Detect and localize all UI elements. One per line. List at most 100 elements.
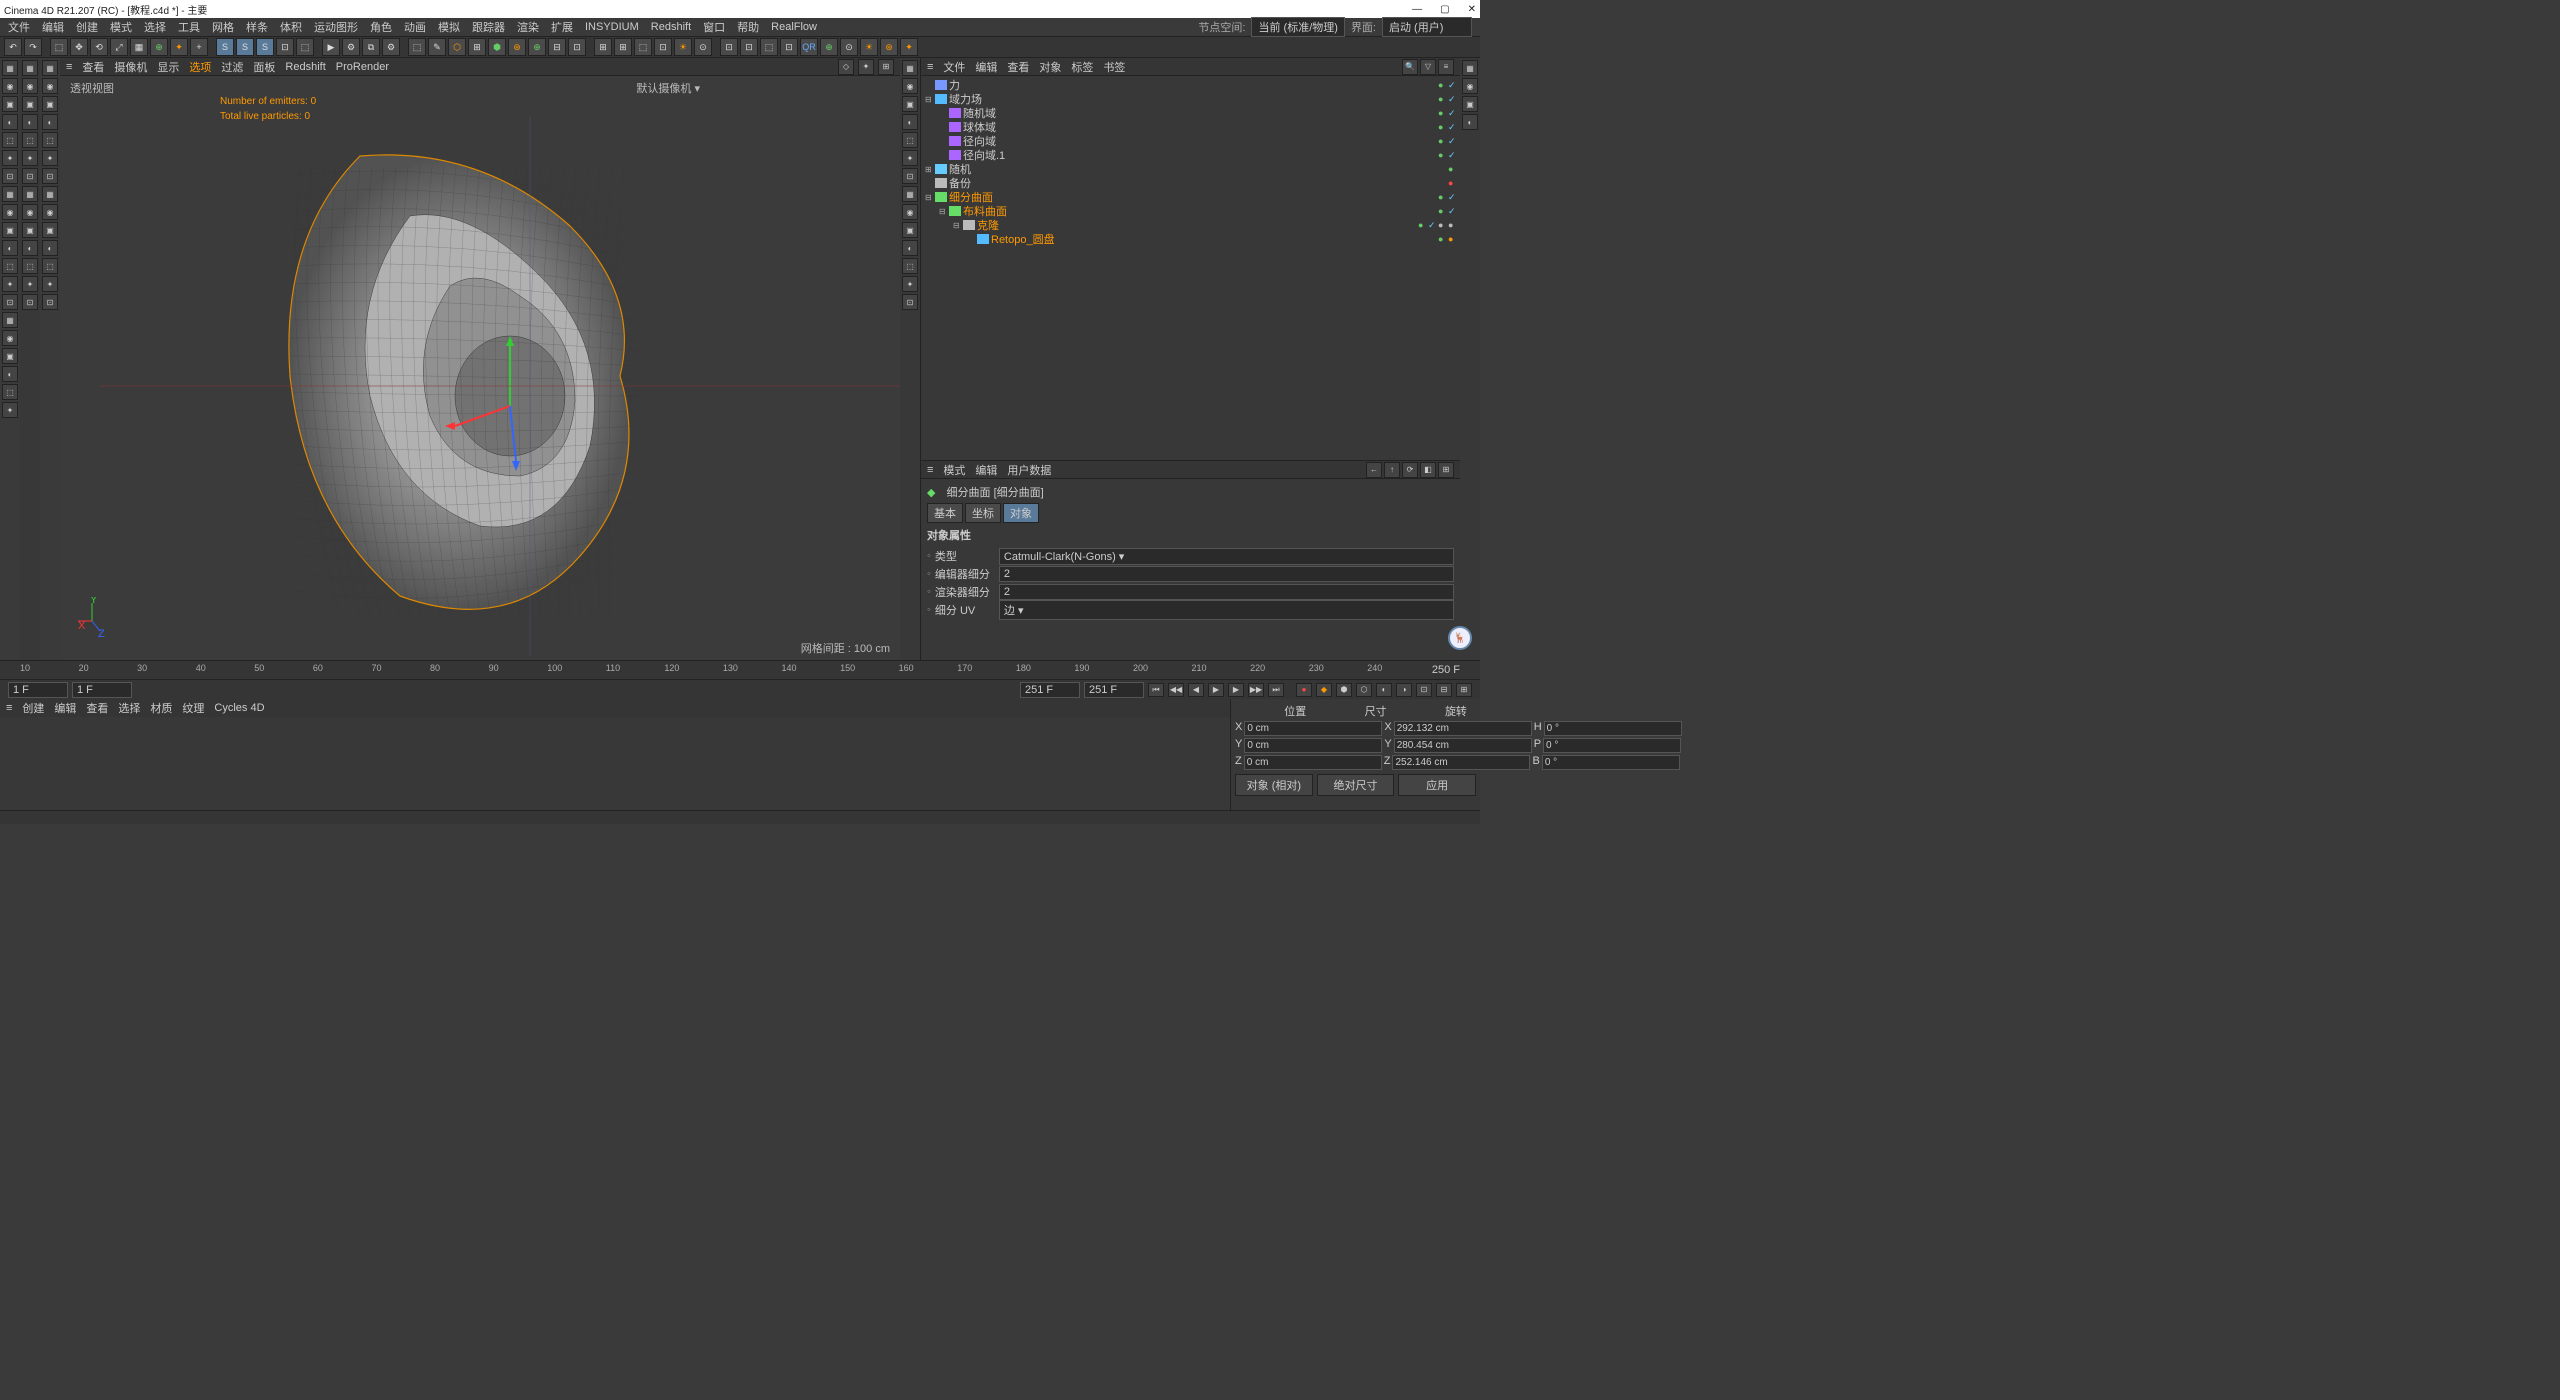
- side-icon[interactable]: ✦: [42, 276, 58, 292]
- obj-menu-item[interactable]: 编辑: [975, 59, 997, 75]
- menu-文件[interactable]: 文件: [8, 19, 30, 35]
- timeline[interactable]: 1020304050607080901001101201301401501601…: [0, 661, 1480, 679]
- side-icon[interactable]: ◉: [22, 78, 38, 94]
- node-space-dropdown[interactable]: 当前 (标准/物理): [1251, 17, 1344, 37]
- coord-size[interactable]: [1394, 721, 1532, 736]
- side-icon[interactable]: ◐: [42, 114, 58, 130]
- coord-button[interactable]: 应用: [1398, 774, 1476, 796]
- side-icon[interactable]: ◉: [22, 204, 38, 220]
- attr-input[interactable]: [999, 566, 1454, 582]
- attr-tab[interactable]: 对象: [1003, 503, 1039, 523]
- tree-row[interactable]: 径向域●✓: [921, 134, 1460, 148]
- mat-menu-item[interactable]: Cycles 4D: [214, 702, 264, 714]
- side-icon[interactable]: ✦: [42, 150, 58, 166]
- toolbar-icon[interactable]: ⬚: [50, 38, 68, 56]
- tree-row[interactable]: ⊞随机●: [921, 162, 1460, 176]
- side-icon[interactable]: ▣: [1462, 96, 1478, 112]
- toolbar-icon[interactable]: QR: [800, 38, 818, 56]
- up-icon[interactable]: ↑: [1384, 462, 1400, 478]
- object-tree[interactable]: 力●✓⊟域力场●✓随机域●✓球体域●✓径向域●✓径向域.1●✓⊞随机●备份●⊟细…: [921, 76, 1460, 460]
- side-icon[interactable]: ▦: [902, 186, 918, 202]
- vp-nav-icon[interactable]: ◇: [838, 59, 854, 75]
- obj-menu-item[interactable]: 查看: [1007, 59, 1029, 75]
- attr-menu-item[interactable]: 编辑: [975, 462, 997, 478]
- side-icon[interactable]: ◉: [42, 78, 58, 94]
- tree-row[interactable]: Retopo_圆盘●●: [921, 232, 1460, 246]
- tree-row[interactable]: ⊟域力场●✓: [921, 92, 1460, 106]
- side-icon[interactable]: ▣: [2, 348, 18, 364]
- toolbar-icon[interactable]: ⬚: [296, 38, 314, 56]
- side-icon[interactable]: ◐: [2, 114, 18, 130]
- obj-menu-item[interactable]: 文件: [943, 59, 965, 75]
- side-icon[interactable]: ◐: [1462, 114, 1478, 130]
- menu-网格[interactable]: 网格: [212, 19, 234, 35]
- coord-rot[interactable]: [1544, 721, 1682, 736]
- side-icon[interactable]: ⬚: [2, 258, 18, 274]
- viewport[interactable]: 透视视图 默认摄像机 ▾ Number of emitters: 0 Total…: [60, 76, 900, 660]
- vp-menu-item[interactable]: 查看: [82, 59, 104, 75]
- key-icon[interactable]: ◐: [1376, 683, 1392, 697]
- side-icon[interactable]: ◉: [2, 204, 18, 220]
- side-icon[interactable]: ▦: [2, 312, 18, 328]
- side-icon[interactable]: ▣: [2, 96, 18, 112]
- back-icon[interactable]: ←: [1366, 462, 1382, 478]
- menu-RealFlow[interactable]: RealFlow: [771, 21, 817, 33]
- attr-menu-item[interactable]: ≡: [927, 464, 933, 476]
- key-icon[interactable]: ⊞: [1456, 683, 1472, 697]
- side-icon[interactable]: ⊡: [22, 168, 38, 184]
- next-frame-icon[interactable]: ▶: [1228, 683, 1244, 697]
- menu-窗口[interactable]: 窗口: [703, 19, 725, 35]
- side-icon[interactable]: ⬚: [42, 132, 58, 148]
- side-icon[interactable]: ▦: [22, 186, 38, 202]
- toolbar-icon[interactable]: ⊡: [720, 38, 738, 56]
- tree-row[interactable]: ⊟细分曲面●✓: [921, 190, 1460, 204]
- menu-角色[interactable]: 角色: [370, 19, 392, 35]
- toolbar-icon[interactable]: ⊕: [820, 38, 838, 56]
- side-icon[interactable]: ◐: [2, 240, 18, 256]
- coord-size[interactable]: [1394, 738, 1532, 753]
- menu-样条[interactable]: 样条: [246, 19, 268, 35]
- play-icon[interactable]: ▶: [1208, 683, 1224, 697]
- coord-size[interactable]: [1392, 755, 1530, 770]
- frame-current2[interactable]: [1084, 682, 1144, 698]
- side-icon[interactable]: ⊡: [2, 168, 18, 184]
- mat-menu-item[interactable]: 材质: [150, 700, 172, 716]
- maximize-icon[interactable]: ▢: [1440, 4, 1449, 15]
- side-icon[interactable]: ◐: [22, 114, 38, 130]
- goto-end-icon[interactable]: ⏭: [1268, 683, 1284, 697]
- toolbar-icon[interactable]: ⊙: [694, 38, 712, 56]
- next-key-icon[interactable]: ▶▶: [1248, 683, 1264, 697]
- toolbar-icon[interactable]: ⊡: [276, 38, 294, 56]
- toolbar-icon[interactable]: ↷: [24, 38, 42, 56]
- coord-pos[interactable]: [1244, 738, 1382, 753]
- attr-tab[interactable]: 坐标: [965, 503, 1001, 523]
- toolbar-icon[interactable]: +: [190, 38, 208, 56]
- list-icon[interactable]: ≡: [1438, 59, 1454, 75]
- coord-button[interactable]: 对象 (相对): [1235, 774, 1313, 796]
- side-icon[interactable]: ▣: [902, 222, 918, 238]
- toolbar-icon[interactable]: ✦: [170, 38, 188, 56]
- mat-menu-item[interactable]: 创建: [22, 700, 44, 716]
- attr-input[interactable]: [999, 584, 1454, 600]
- side-icon[interactable]: ⬚: [22, 258, 38, 274]
- menu-体积[interactable]: 体积: [280, 19, 302, 35]
- toolbar-icon[interactable]: S: [236, 38, 254, 56]
- toolbar-icon[interactable]: ⬚: [408, 38, 426, 56]
- menu-模式[interactable]: 模式: [110, 19, 132, 35]
- menu-编辑[interactable]: 编辑: [42, 19, 64, 35]
- mat-menu-item[interactable]: 纹理: [182, 700, 204, 716]
- minimize-icon[interactable]: —: [1412, 4, 1422, 15]
- side-icon[interactable]: ⬚: [902, 132, 918, 148]
- side-icon[interactable]: ◉: [2, 330, 18, 346]
- key-icon[interactable]: ⊡: [1416, 683, 1432, 697]
- side-icon[interactable]: ◐: [902, 114, 918, 130]
- side-icon[interactable]: ⊡: [902, 168, 918, 184]
- side-icon[interactable]: ▦: [902, 60, 918, 76]
- attr-menu-item[interactable]: 模式: [943, 462, 965, 478]
- toolbar-icon[interactable]: S: [216, 38, 234, 56]
- side-icon[interactable]: ◐: [22, 240, 38, 256]
- tree-row[interactable]: ⊟布料曲面●✓: [921, 204, 1460, 218]
- side-icon[interactable]: ◉: [902, 204, 918, 220]
- toolbar-icon[interactable]: ⊕: [528, 38, 546, 56]
- key-icon[interactable]: ◑: [1396, 683, 1412, 697]
